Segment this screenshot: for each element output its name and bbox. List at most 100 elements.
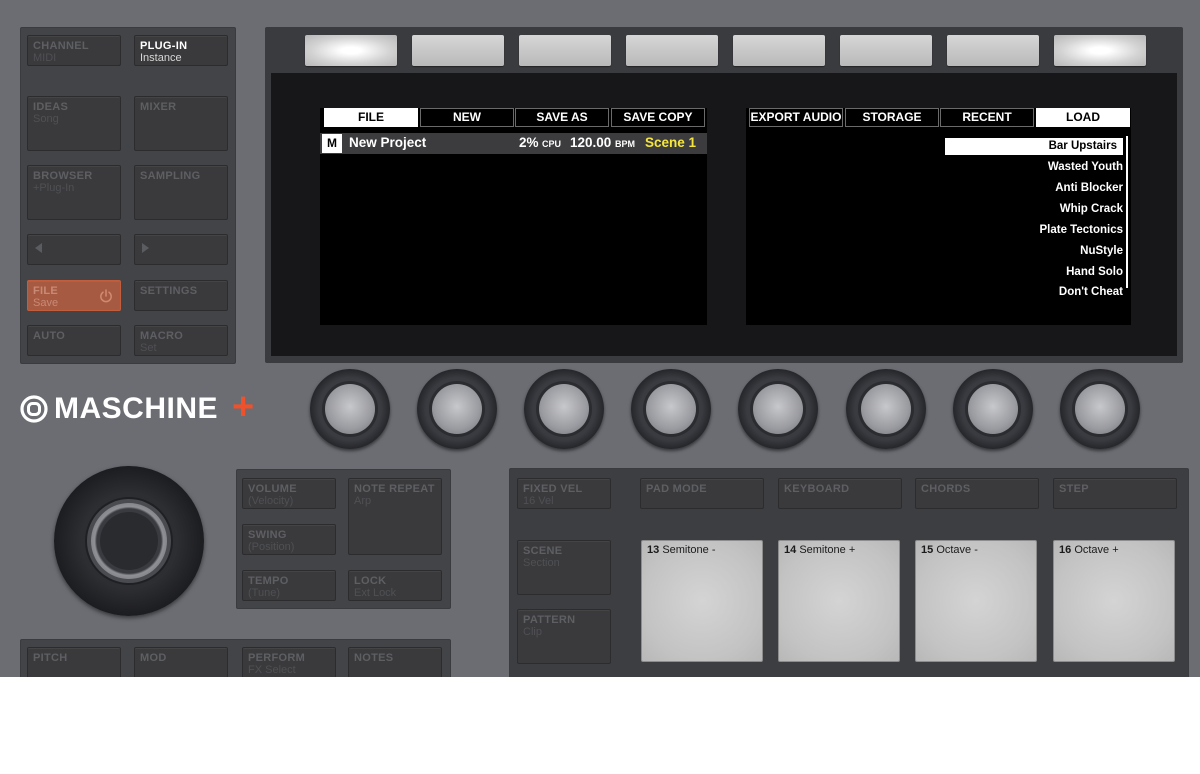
knob-3[interactable] <box>524 369 604 449</box>
tab-save-as[interactable]: SAVE AS <box>515 108 609 127</box>
pattern-button[interactable]: PATTERN Clip <box>517 609 611 664</box>
auto-button[interactable]: AUTO <box>27 325 121 356</box>
note-repeat-button[interactable]: NOTE REPEAT Arp <box>348 478 442 555</box>
mod-label: MOD <box>140 652 167 664</box>
display-button-8[interactable] <box>1054 35 1146 66</box>
knob-2[interactable] <box>417 369 497 449</box>
pad-16[interactable]: 16 Octave + <box>1053 540 1175 662</box>
notes-button[interactable]: NOTES <box>348 647 442 677</box>
display-button-7[interactable] <box>947 35 1039 66</box>
list-scrollbar[interactable] <box>1126 136 1128 288</box>
tab-new[interactable]: NEW <box>420 108 514 127</box>
pad-label: 14 Semitone + <box>784 544 855 556</box>
settings-button[interactable]: SETTINGS <box>134 280 228 311</box>
settings-label: SETTINGS <box>140 285 198 297</box>
tab-storage[interactable]: STORAGE <box>845 108 939 127</box>
scene-button[interactable]: SCENE Section <box>517 540 611 595</box>
display-button-5[interactable] <box>733 35 825 66</box>
ideas-label: IDEAS <box>33 101 69 113</box>
preset-item[interactable]: Don't Cheat <box>1059 286 1123 298</box>
page-left-button[interactable] <box>27 234 121 265</box>
lock-button[interactable]: LOCK Ext Lock <box>348 570 442 601</box>
mod-button[interactable]: MOD <box>134 647 228 677</box>
swing-button[interactable]: SWING (Position) <box>242 524 336 555</box>
pattern-label: PATTERN <box>523 614 576 626</box>
display-button-2[interactable] <box>412 35 504 66</box>
knob-1[interactable] <box>310 369 390 449</box>
step-button[interactable]: STEP <box>1053 478 1177 509</box>
scene-sublabel: Section <box>523 557 560 569</box>
preset-item[interactable]: Bar Upstairs <box>945 138 1123 155</box>
pad-15[interactable]: 15 Octave - <box>915 540 1037 662</box>
pad-label: 13 Semitone - <box>647 544 716 556</box>
scene-name: Scene 1 <box>645 135 697 150</box>
tab-save-copy[interactable]: SAVE COPY <box>611 108 705 127</box>
knob-5[interactable] <box>738 369 818 449</box>
preset-item[interactable]: Whip Crack <box>1060 203 1123 215</box>
mode-badge: M <box>322 134 342 153</box>
preset-item[interactable]: Hand Solo <box>1066 266 1123 278</box>
channel-label: CHANNEL <box>33 40 89 52</box>
pad-number: 16 <box>1059 544 1072 556</box>
mixer-button[interactable]: MIXER <box>134 96 228 151</box>
jog-wheel[interactable] <box>54 466 204 616</box>
preset-item[interactable]: Wasted Youth <box>1048 161 1123 173</box>
jog-wheel-center <box>100 512 158 570</box>
chords-label: CHORDS <box>921 483 971 495</box>
perform-label: PERFORM <box>248 652 306 664</box>
fixed-vel-label: FIXED VEL <box>523 483 583 495</box>
file-sublabel: Save <box>33 297 59 309</box>
preset-item[interactable]: NuStyle <box>1080 245 1123 257</box>
left-screen: FILE NEW SAVE AS SAVE COPY M New Project… <box>320 108 707 325</box>
pad-13[interactable]: 13 Semitone - <box>641 540 763 662</box>
tempo-button[interactable]: TEMPO (Tune) <box>242 570 336 601</box>
cpu-label: CPU <box>542 139 562 149</box>
chords-button[interactable]: CHORDS <box>915 478 1039 509</box>
right-screen: EXPORT AUDIO STORAGE RECENT LOAD Bar Ups… <box>746 108 1131 325</box>
tab-file[interactable]: FILE <box>324 108 418 127</box>
pad-mode-label: PAD MODE <box>646 483 707 495</box>
swing-label: SWING <box>248 529 287 541</box>
tempo-label: TEMPO <box>248 575 289 587</box>
knob-7[interactable] <box>953 369 1033 449</box>
browser-label: BROWSER <box>33 170 93 182</box>
tab-load[interactable]: LOAD <box>1036 108 1130 127</box>
keyboard-label: KEYBOARD <box>784 483 850 495</box>
volume-button[interactable]: VOLUME (Velocity) <box>242 478 336 509</box>
page-right-button[interactable] <box>134 234 228 265</box>
display-button-6[interactable] <box>840 35 932 66</box>
plugin-button[interactable]: PLUG-IN Instance <box>134 35 228 66</box>
fixed-vel-button[interactable]: FIXED VEL 16 Vel <box>517 478 611 509</box>
pitch-label: PITCH <box>33 652 68 664</box>
knob-8[interactable] <box>1060 369 1140 449</box>
ideas-button[interactable]: IDEAS Song <box>27 96 121 151</box>
browser-button[interactable]: BROWSER +Plug-In <box>27 165 121 220</box>
channel-button[interactable]: CHANNEL MIDI <box>27 35 121 66</box>
brand-plus: + <box>232 386 255 428</box>
perform-button[interactable]: PERFORM FX Select <box>242 647 336 677</box>
tab-export-audio[interactable]: EXPORT AUDIO <box>749 108 843 127</box>
preset-item[interactable]: Anti Blocker <box>1055 182 1123 194</box>
cpu-value: 2% <box>519 135 539 150</box>
pitch-button[interactable]: PITCH <box>27 647 121 677</box>
knob-4[interactable] <box>631 369 711 449</box>
pad-mode-button[interactable]: PAD MODE <box>640 478 764 509</box>
preset-item[interactable]: Plate Tectonics <box>1039 224 1123 236</box>
macro-button[interactable]: MACRO Set <box>134 325 228 356</box>
bpm-value: 120.00 <box>570 135 612 150</box>
display-button-4[interactable] <box>626 35 718 66</box>
display-button-3[interactable] <box>519 35 611 66</box>
sampling-button[interactable]: SAMPLING <box>134 165 228 220</box>
keyboard-button[interactable]: KEYBOARD <box>778 478 902 509</box>
arrow-right-icon <box>142 243 149 253</box>
macro-label: MACRO <box>140 330 184 342</box>
browser-sublabel: +Plug-In <box>33 182 75 194</box>
file-button[interactable]: FILE Save <box>27 280 121 311</box>
tab-recent[interactable]: RECENT <box>940 108 1034 127</box>
display-button-1[interactable] <box>305 35 397 66</box>
mixer-label: MIXER <box>140 101 177 113</box>
swing-sublabel: (Position) <box>248 541 295 553</box>
pad-14[interactable]: 14 Semitone + <box>778 540 900 662</box>
channel-sublabel: MIDI <box>33 52 57 64</box>
knob-6[interactable] <box>846 369 926 449</box>
